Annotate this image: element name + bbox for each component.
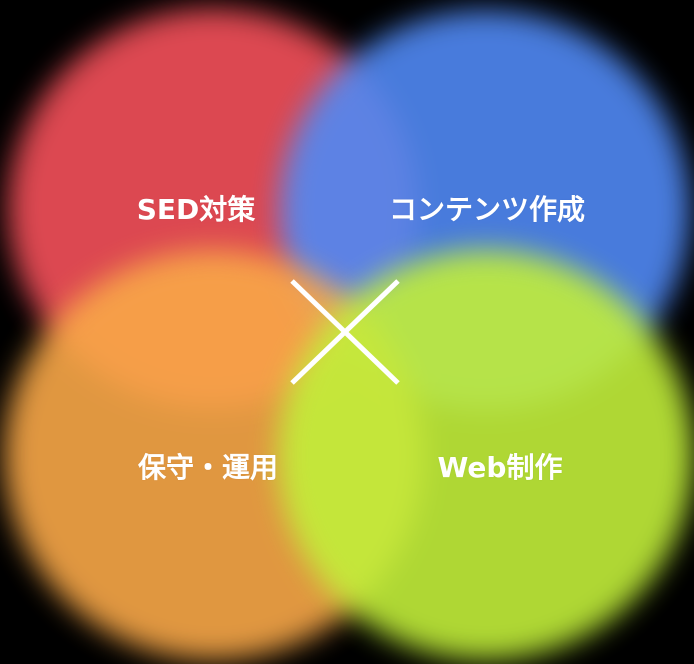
maint-label: 保守・運用	[137, 451, 279, 484]
venn-diagram: SED対策 コンテンツ作成 保守・運用 Web制作	[0, 0, 694, 664]
web-label: Web制作	[437, 451, 563, 484]
seo-label: SED対策	[136, 193, 256, 226]
content-label: コンテンツ作成	[388, 193, 586, 226]
cross-icon	[290, 279, 400, 385]
